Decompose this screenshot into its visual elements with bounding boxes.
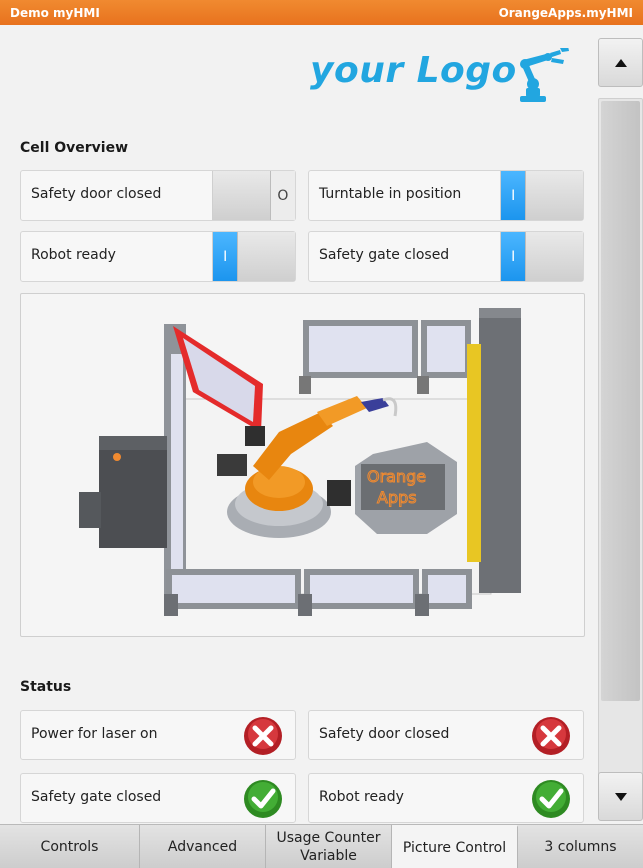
switch-safety-door: Safety door closed O — [20, 170, 296, 221]
toggle-state: I — [501, 232, 526, 281]
toggle-knob — [525, 171, 583, 220]
red-x-icon — [532, 717, 570, 755]
robot-ready-toggle[interactable]: I — [212, 232, 295, 281]
bottom-tab-bar: Controls Advanced Usage Counter Variable… — [0, 824, 643, 868]
turntable-toggle[interactable]: I — [500, 171, 583, 220]
arrow-up-icon — [614, 58, 627, 67]
safety-door-toggle[interactable]: O — [212, 171, 295, 220]
tab-label: Picture Control — [402, 839, 507, 856]
tab-advanced[interactable]: Advanced — [140, 825, 266, 868]
tab-label: Advanced — [167, 838, 238, 855]
green-check-icon — [244, 780, 282, 818]
vertical-scrollbar[interactable] — [598, 38, 643, 821]
switch-label: Turntable in position — [319, 186, 462, 202]
switch-safety-gate: Safety gate closed I — [308, 231, 584, 282]
status-label: Safety gate closed — [31, 789, 162, 805]
status-label: Power for laser on — [31, 726, 158, 742]
scroll-thumb[interactable] — [601, 101, 640, 701]
tab-label: Controls — [40, 838, 99, 855]
toggle-state: I — [501, 171, 526, 220]
tab-label-line1: Usage Counter — [276, 829, 381, 846]
tab-controls[interactable]: Controls — [0, 825, 140, 868]
brand-title: OrangeApps.myHMI — [498, 5, 633, 20]
tab-picture-control[interactable]: Picture Control — [392, 825, 518, 868]
toggle-state: O — [270, 171, 295, 220]
turntable-text-orange: Orange — [367, 467, 426, 486]
turntable-text-apps: Apps — [377, 488, 417, 507]
scroll-down-button[interactable] — [598, 772, 643, 821]
robot-cell-illustration: Orange Apps — [79, 308, 521, 616]
switch-label: Robot ready — [31, 247, 116, 263]
status-label: Robot ready — [319, 789, 404, 805]
cell-overview-title: Cell Overview — [20, 140, 129, 156]
status-power-laser: Power for laser on — [20, 710, 296, 760]
status-safety-gate: Safety gate closed — [20, 773, 296, 823]
scroll-track[interactable] — [598, 98, 643, 795]
status-robot-ready: Robot ready — [308, 773, 584, 823]
toggle-knob — [525, 232, 583, 281]
status-title: Status — [20, 679, 72, 695]
switch-label: Safety gate closed — [319, 247, 450, 263]
red-x-icon — [244, 717, 282, 755]
tab-label-line2: Variable — [300, 847, 357, 864]
tab-3-columns[interactable]: 3 columns — [518, 825, 643, 868]
scroll-up-button[interactable] — [598, 38, 643, 87]
toggle-knob — [237, 232, 295, 281]
logo: your Logo — [300, 36, 590, 106]
switch-turntable: Turntable in position I — [308, 170, 584, 221]
logo-text: your Logo — [310, 50, 517, 91]
robot-arm-icon — [520, 48, 569, 102]
robot-cell-picture[interactable]: Orange Apps — [20, 293, 585, 637]
title-bar: Demo myHMI OrangeApps.myHMI — [0, 0, 643, 25]
tab-usage-counter-variable[interactable]: Usage Counter Variable — [266, 825, 392, 868]
switch-robot-ready: Robot ready I — [20, 231, 296, 282]
status-label: Safety door closed — [319, 726, 450, 742]
switch-label: Safety door closed — [31, 186, 162, 202]
toggle-state: I — [213, 232, 238, 281]
green-check-icon — [532, 780, 570, 818]
app-title: Demo myHMI — [10, 5, 100, 20]
arrow-down-icon — [614, 792, 627, 801]
toggle-knob — [213, 171, 271, 220]
status-safety-door: Safety door closed — [308, 710, 584, 760]
tab-label: 3 columns — [544, 838, 617, 855]
safety-gate-toggle[interactable]: I — [500, 232, 583, 281]
